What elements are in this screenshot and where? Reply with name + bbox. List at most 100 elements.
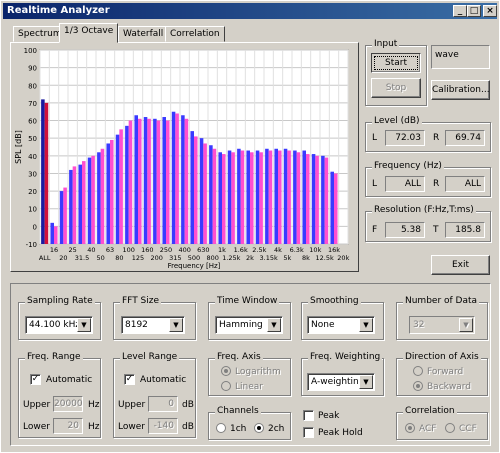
chevron-down-icon[interactable]: ▼ (169, 318, 183, 332)
x-tick-label: 6.3k (290, 246, 304, 254)
bar-l (218, 152, 222, 244)
bar-r (231, 152, 235, 244)
chevron-down-icon[interactable]: ▼ (77, 318, 91, 332)
chevron-down-icon[interactable]: ▼ (267, 318, 281, 332)
peak-checkbox[interactable] (303, 410, 314, 421)
x-tick-label: 100 (122, 246, 134, 254)
frequency-label: Frequency (Hz) (372, 161, 444, 171)
title-bar: Realtime Analyzer _ □ × (3, 3, 497, 19)
bar-l (69, 169, 73, 244)
number-of-data-select[interactable]: 32 ▼ (409, 316, 475, 334)
bar-r (44, 102, 49, 244)
bar-r (82, 161, 86, 244)
resolution-label: Resolution (F:Hz,T:ms) (372, 205, 476, 215)
tab-one-third-octave[interactable]: 1/3 Octave (59, 23, 119, 43)
x-tick-label: 80 (115, 254, 123, 262)
time-window-select[interactable]: Hamming ▼ (215, 316, 283, 334)
bar-l (293, 150, 297, 244)
freq-weighting-select[interactable]: A-weighting ▼ (307, 373, 375, 391)
time-window-label: Time Window (215, 296, 280, 306)
chevron-down-icon[interactable]: ▼ (459, 318, 473, 332)
level-r-value: 69.74 (445, 130, 485, 146)
direction-backward-radio[interactable] (413, 381, 423, 391)
bar-r (203, 143, 207, 244)
y-tick-label: 80 (28, 82, 37, 90)
bar-l (162, 117, 166, 244)
tab-correlation[interactable]: Correlation (165, 26, 225, 42)
correlation-ccf-radio[interactable] (445, 423, 455, 433)
bar-r (166, 120, 170, 244)
exit-button[interactable]: Exit (431, 255, 490, 275)
chevron-down-icon[interactable]: ▼ (359, 375, 373, 389)
tab-waterfall[interactable]: Waterfall (118, 26, 169, 42)
y-tick-label: 10 (28, 206, 37, 214)
peak-hold-checkbox[interactable] (303, 427, 314, 438)
x-tick-label: 12.5k (316, 254, 334, 262)
level-l-value: 72.03 (385, 130, 425, 146)
level-label: Level (dB) (372, 116, 422, 126)
bar-l (41, 99, 45, 244)
freq-range-label: Freq. Range (25, 352, 83, 362)
smoothing-label: Smoothing (308, 296, 361, 306)
level-range-upper-input[interactable]: 0 (148, 396, 178, 412)
bar-r (315, 155, 319, 244)
frequency-r-label: R (433, 179, 440, 189)
channels-2ch-radio[interactable] (254, 423, 264, 433)
channels-1ch-radio[interactable] (216, 423, 226, 433)
calibration-button[interactable]: Calibration... (431, 80, 490, 100)
bar-l (199, 138, 204, 244)
direction-forward-radio[interactable] (413, 366, 423, 376)
smoothing-select[interactable]: None ▼ (307, 316, 375, 334)
close-button[interactable]: × (483, 5, 497, 17)
freq-range-automatic-label: Automatic (46, 375, 93, 385)
bar-l (227, 150, 232, 244)
x-tick-label: 25 (69, 246, 77, 254)
frequency-l-label: L (372, 179, 378, 189)
freq-axis-label: Freq. Axis (215, 352, 263, 362)
bar-l (190, 131, 194, 244)
fft-size-value: 8192 (125, 320, 148, 330)
bar-r (287, 150, 291, 244)
x-tick-label: 31.5 (75, 254, 89, 262)
fft-size-select[interactable]: 8192 ▼ (121, 316, 185, 334)
level-range-lower-input[interactable]: -140 (148, 418, 178, 434)
level-range-lower-unit: dB (182, 422, 194, 432)
chevron-down-icon[interactable]: ▼ (359, 318, 373, 332)
freq-range-lower-unit: Hz (88, 422, 100, 432)
correlation-ccf-label: CCF (459, 424, 477, 434)
freq-range-lower-label: Lower (23, 422, 50, 432)
x-tick-label: 8k (302, 254, 310, 262)
fft-size-label: FFT Size (120, 296, 162, 306)
channels-label: Channels (215, 406, 261, 416)
correlation-acf-radio[interactable] (405, 423, 415, 433)
number-of-data-value: 32 (413, 320, 425, 330)
stop-button[interactable]: Stop (371, 78, 421, 98)
maximize-button[interactable]: □ (467, 5, 481, 17)
bar-l (321, 155, 325, 244)
bar-l (153, 118, 157, 244)
bar-r (296, 152, 301, 244)
sampling-rate-select[interactable]: 44.100 kHz ▼ (25, 316, 93, 334)
y-tick-label: 30 (28, 170, 37, 178)
bar-r (110, 139, 114, 244)
minimize-button[interactable]: _ (453, 5, 467, 17)
level-range-automatic-checkbox[interactable]: ✓ (124, 374, 135, 385)
freq-range-lower-input[interactable]: 20 (53, 418, 83, 434)
bar-r (268, 150, 273, 244)
x-tick-label: 2k (246, 254, 254, 262)
freq-axis-linear-radio[interactable] (221, 381, 231, 391)
bar-r (184, 118, 189, 244)
level-range-automatic-label: Automatic (140, 375, 187, 385)
y-tick-label: 60 (28, 118, 37, 126)
freq-axis-logarithm-radio[interactable] (221, 366, 231, 376)
freq-range-automatic-checkbox[interactable]: ✓ (30, 374, 41, 385)
start-button[interactable]: Start (371, 53, 421, 73)
freq-range-upper-input[interactable]: 20000 (53, 396, 83, 412)
bar-r (324, 157, 329, 244)
sampling-rate-value: 44.100 kHz (29, 320, 81, 330)
bar-l (171, 111, 176, 245)
input-label: Input (372, 39, 400, 49)
x-tick-label: 1k (218, 246, 226, 254)
resolution-t-label: T (433, 225, 439, 235)
chart-panel: 100 90 80 70 60 50 40 30 20 10 0 -10 SPL [dB] ALL 16 20… (10, 42, 359, 272)
